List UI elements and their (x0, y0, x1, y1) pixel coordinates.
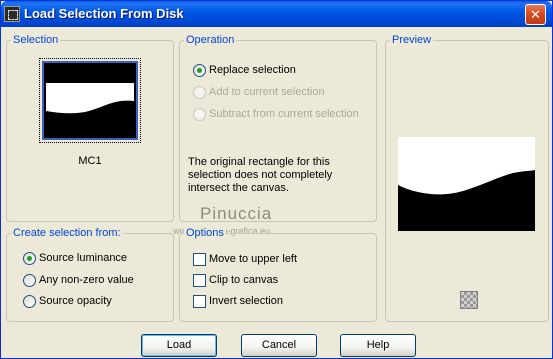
preview-graphic (398, 137, 535, 231)
window-title: Load Selection From Disk (24, 6, 184, 21)
radio-label: Subtract from current selection (209, 108, 359, 120)
watermark-name: Pinuccia (200, 204, 273, 223)
selection-app-icon (4, 6, 20, 22)
close-button[interactable]: ✕ (525, 4, 546, 25)
checkbox-label: Move to upper left (209, 253, 298, 265)
radio-label: Source luminance (39, 252, 128, 264)
thumbnail-graphic (44, 63, 136, 138)
radio-button-icon[interactable] (23, 274, 36, 287)
cancel-button[interactable]: Cancel (241, 334, 317, 357)
radio-button-icon[interactable] (193, 86, 206, 99)
preview-group-label: Preview (390, 34, 434, 46)
radio-label: Add to current selection (209, 86, 325, 98)
radio-button-icon[interactable] (23, 252, 36, 265)
thumbnail-name: MC1 (78, 155, 102, 167)
checkerboard-icon[interactable] (460, 291, 478, 309)
checkbox-icon[interactable] (193, 253, 206, 266)
radio-label: Any non-zero value (39, 274, 134, 286)
checkbox-icon[interactable] (193, 274, 206, 287)
radio-button-icon[interactable] (193, 108, 206, 121)
radio-button-icon[interactable] (193, 64, 206, 77)
radio-label: Source opacity (39, 295, 112, 307)
help-button[interactable]: Help (340, 334, 416, 357)
selection-thumbnail[interactable] (39, 58, 141, 143)
checkbox-label: Invert selection (209, 295, 283, 307)
operation-group-label: Operation (184, 34, 237, 46)
checkbox-icon[interactable] (193, 295, 206, 308)
dialog-window: Load Selection From Disk ✕ Selection MC1… (0, 0, 553, 359)
create-from-group-label: Create selection from: (11, 227, 123, 239)
radio-label: Replace selection (209, 64, 296, 76)
intersection-warning: The original rectangle for this selectio… (188, 156, 333, 194)
title-bar[interactable]: Load Selection From Disk ✕ (1, 1, 552, 27)
radio-button-icon[interactable] (23, 295, 36, 308)
preview-image (398, 137, 535, 231)
thumbnail-image (42, 61, 138, 140)
checkbox-label: Clip to canvas (209, 274, 279, 286)
options-group-label: Options (184, 227, 226, 239)
selection-group-label: Selection (11, 34, 61, 46)
load-button[interactable]: Load (141, 334, 217, 357)
